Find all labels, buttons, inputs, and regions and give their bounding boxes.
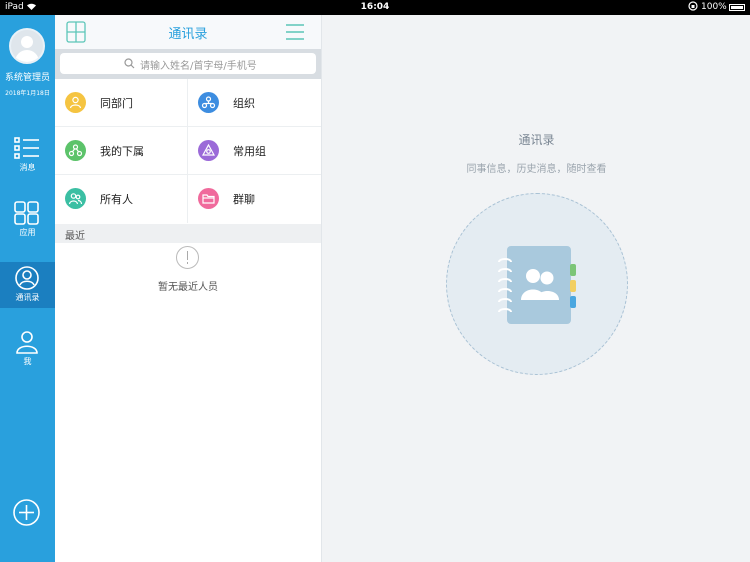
category-label: 组织 [233, 97, 255, 110]
category-organization[interactable]: 组织 [188, 79, 321, 127]
category-same-department[interactable]: 同部门 [55, 79, 188, 127]
category-label: 群聊 [233, 193, 255, 206]
page-title: 通讯录 [168, 27, 208, 42]
category-label: 常用组 [233, 145, 266, 158]
menu-icon[interactable] [285, 23, 305, 41]
search-placeholder: 请输入姓名/首字母/手机号 [140, 61, 257, 72]
status-bar: iPad 16:04 100% [0, 0, 750, 15]
rotation-lock-icon [688, 1, 698, 14]
category-label: 同部门 [100, 97, 133, 110]
address-book-icon [498, 246, 576, 324]
search-bar: 请输入姓名/首字母/手机号 [55, 49, 321, 79]
department-icon [65, 92, 86, 113]
user-name: 系统管理员 [4, 73, 50, 83]
sidebar: 系统管理员 2018年1月18日 消息 应用 通讯录 我 [0, 15, 55, 562]
sidebar-item-label: 我 [23, 357, 32, 366]
apps-grid-icon [14, 201, 39, 225]
search-icon [124, 58, 135, 69]
contacts-icon [15, 266, 39, 290]
empty-recent-text: 暂无最近人员 [158, 282, 218, 293]
battery-icon [729, 4, 745, 11]
organization-icon [198, 92, 219, 113]
category-common-groups[interactable]: 常用组 [188, 127, 321, 175]
sidebar-item-label: 应用 [19, 228, 36, 237]
sidebar-item-messages[interactable]: 消息 [0, 132, 55, 178]
subordinates-icon [65, 140, 86, 161]
contacts-header: 通讯录 [55, 15, 321, 49]
avatar[interactable] [9, 28, 45, 64]
category-all-people[interactable]: 所有人 [55, 175, 188, 223]
detail-panel: 通讯录 同事信息，历史消息，随时查看 [321, 15, 750, 562]
sidebar-item-me[interactable]: 我 [0, 326, 55, 372]
contacts-panel: 通讯录 请输入姓名/首字母/手机号 同部门 组织 我的下属 常用组 所有人 群聊… [55, 15, 321, 562]
category-my-subordinates[interactable]: 我的下属 [55, 127, 188, 175]
exclamation-icon [176, 246, 199, 269]
search-input[interactable]: 请输入姓名/首字母/手机号 [60, 53, 316, 74]
common-group-icon [198, 140, 219, 161]
status-time: 16:04 [360, 2, 390, 12]
category-group-chat[interactable]: 群聊 [188, 175, 321, 223]
category-label: 我的下属 [100, 145, 144, 158]
contacts-category-grid: 同部门 组织 我的下属 常用组 所有人 群聊 [55, 79, 321, 224]
avatar-head-shape [21, 36, 33, 48]
sidebar-item-label: 通讯录 [15, 293, 40, 302]
detail-title: 通讯录 [518, 133, 555, 147]
sidebar-item-apps[interactable]: 应用 [0, 197, 55, 243]
message-list-icon [14, 137, 39, 159]
category-label: 所有人 [100, 193, 133, 206]
illustration-circle [446, 193, 628, 375]
all-people-icon [65, 188, 86, 209]
avatar-body-shape [15, 50, 39, 62]
group-chat-icon [198, 188, 219, 209]
detail-subtitle: 同事信息，历史消息，随时查看 [466, 164, 607, 175]
sidebar-item-contacts[interactable]: 通讯录 [0, 262, 55, 308]
battery-percent: 100% [701, 2, 727, 12]
user-date: 2018年1月18日 [5, 90, 50, 97]
sidebar-item-label: 消息 [19, 163, 36, 172]
recent-label: 最近 [65, 231, 85, 242]
add-icon[interactable] [13, 499, 40, 526]
person-icon [16, 331, 38, 354]
recent-section-header: 最近 [55, 224, 321, 243]
